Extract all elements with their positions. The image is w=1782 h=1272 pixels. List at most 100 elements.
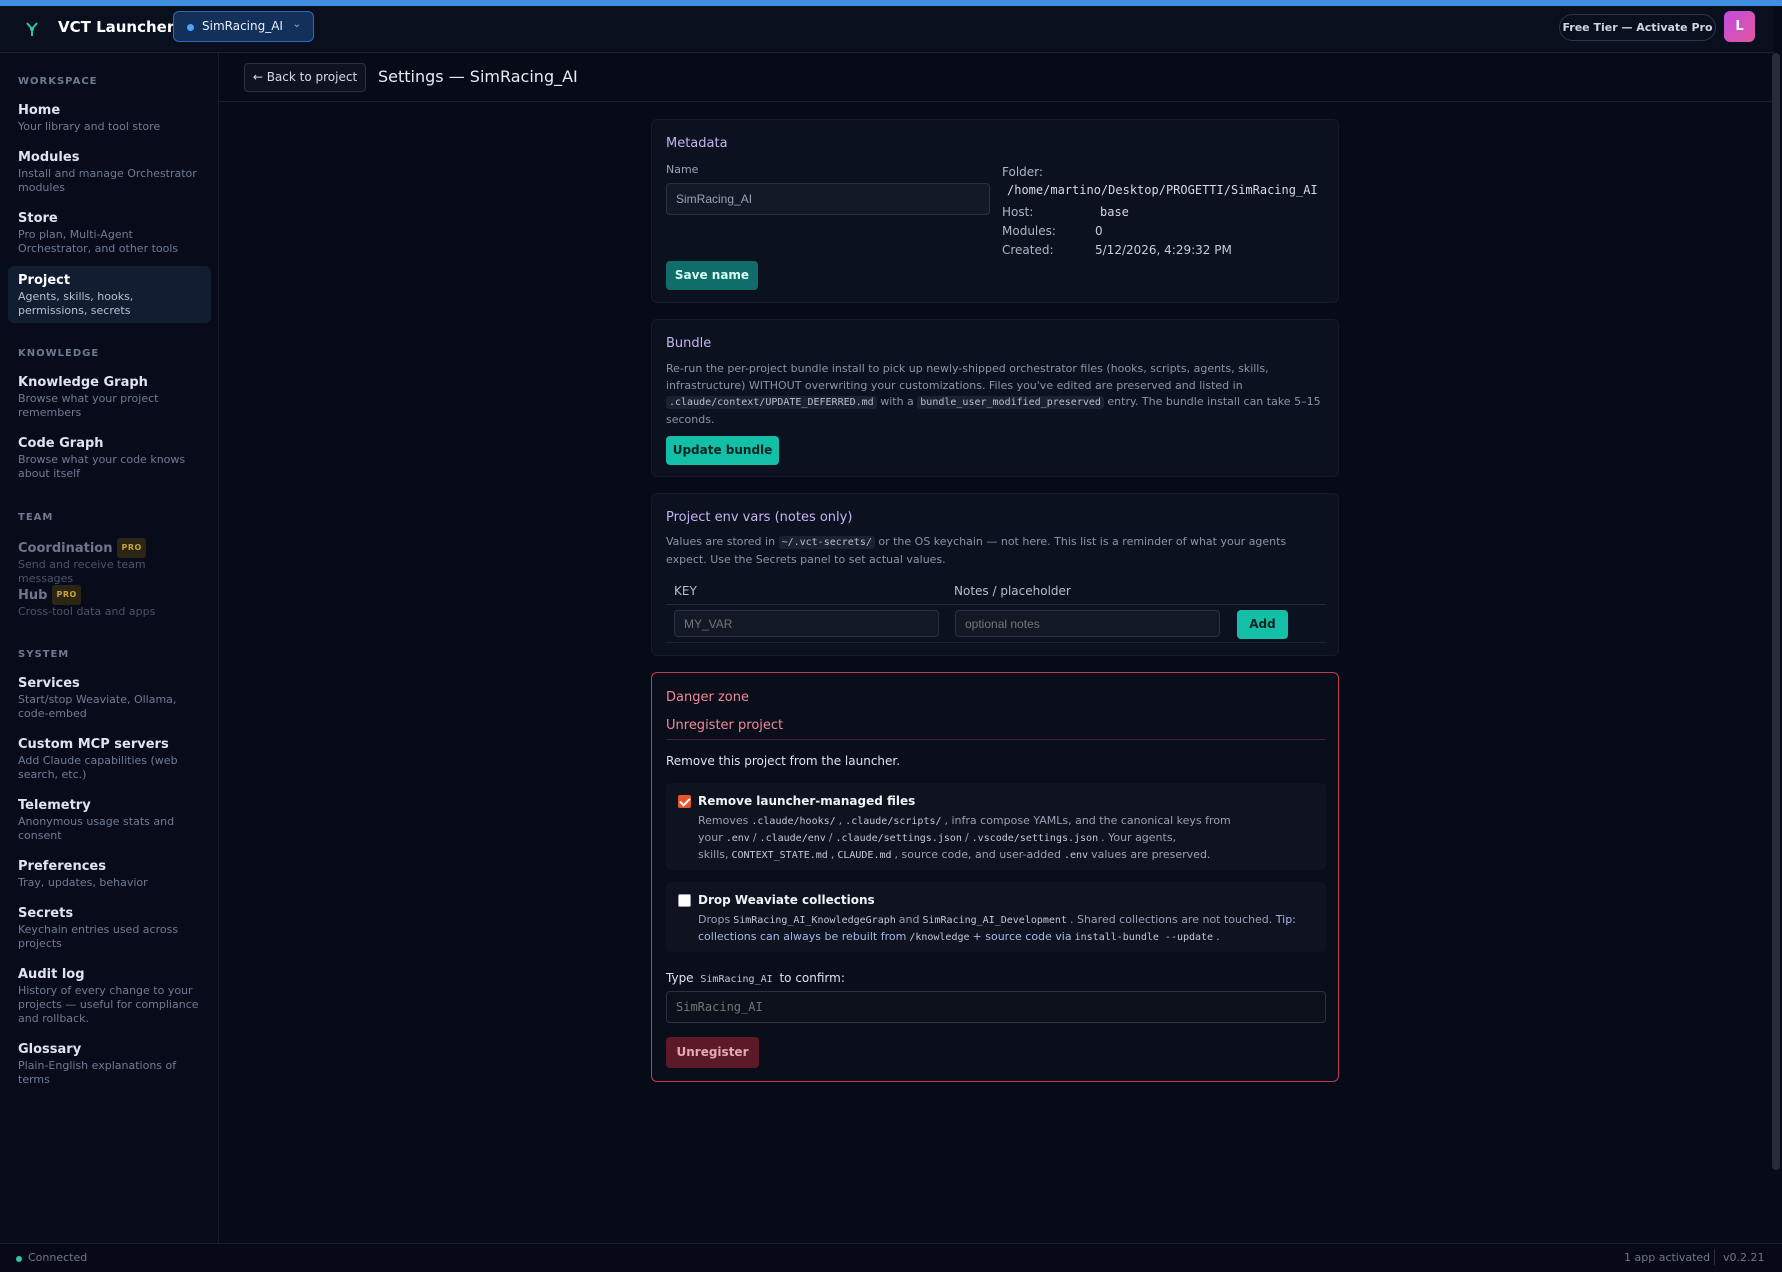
host-row: Host: base [1002,205,1134,219]
sidebar-item-label: Telemetry [18,798,91,813]
sidebar-item-telemetry[interactable]: Telemetry Anonymous usage stats and cons… [8,791,211,849]
unregister-description: Remove this project from the launcher. [666,754,901,768]
sidebar-item-label: Secrets [18,906,74,921]
metadata-title: Metadata [666,136,728,151]
sidebar-item-desc: Start/stop Weaviate, Ollama, code-embed [18,693,177,720]
sidebar-item-label: Code Graph [18,436,104,451]
sidebar-item-label: Modules [18,150,80,165]
sidebar-item-desc: Tray, updates, behavior [18,876,148,889]
sidebar-item-services[interactable]: Services Start/stop Weaviate, Ollama, co… [8,669,211,727]
bundle-code-path: .claude/context/UPDATE_DEFERRED.md [666,396,877,409]
sidebar-item-custom-mcp-servers[interactable]: Custom MCP servers Add Claude capabiliti… [8,730,211,788]
sidebar-item-label: Project [18,273,71,288]
apps-activated-count: 1 app activated [1624,1251,1711,1264]
name-label: Name [666,163,699,176]
option-drop-collections: Drop Weaviate collections Drops SimRacing… [666,882,1326,952]
danger-zone-card: Danger zone Unregister project Remove th… [651,672,1339,1082]
sidebar-item-label: Coordination [18,541,113,556]
created-key: Created: [1002,243,1054,257]
option-remove-files: Remove launcher-managed files Removes .cl… [666,783,1326,870]
created-row: Created: 5/12/2026, 4:29:32 PM [1002,243,1232,257]
sidebar-section-system: SYSTEM [18,649,70,660]
bundle-code-entry: bundle_user_modified_preserved [917,396,1104,409]
sidebar-item-label: Home [18,103,61,118]
sidebar-item-modules[interactable]: Modules Install and manage Orchestrator … [8,143,211,201]
footer-divider [1714,1249,1715,1265]
sidebar-item-glossary[interactable]: Glossary Plain-English explanations of t… [8,1035,211,1093]
sidebar-item-code-graph[interactable]: Code Graph Browse what your code knows a… [8,429,211,487]
main-scrollbar[interactable] [1772,53,1780,1170]
sidebar-item-desc: History of every change to your projects… [18,984,199,1025]
sidebar-item-desc: Keychain entries used across projects [18,923,179,950]
env-code-path: ~/.vct-secrets/ [778,536,875,549]
env-vars-title: Project env vars (notes only) [666,510,853,525]
table-divider [666,604,1326,605]
app-logo-icon [24,20,40,38]
back-to-project-button[interactable]: ← Back to project [244,63,366,92]
sidebar-item-project[interactable]: Project Agents, skills, hooks, permissio… [8,266,211,323]
remove-files-title: Remove launcher-managed files [698,794,916,808]
save-name-button[interactable]: Save name [666,261,758,290]
chevron-down-icon: ⌄ [292,19,301,30]
sidebar-item-knowledge-graph[interactable]: Knowledge Graph Browse what your project… [8,368,211,426]
folder-key: Folder: [1002,165,1043,179]
bundle-description: Re-run the per-project bundle install to… [666,361,1326,428]
metadata-card: Metadata Name Save name Folder: /home/ma… [651,119,1339,303]
unregister-button[interactable]: Unregister [666,1037,759,1068]
add-env-var-button[interactable]: Add [1237,610,1288,639]
pro-badge: PRO [52,585,81,605]
sidebar-item-label: Store [18,211,58,226]
bundle-card: Bundle Re-run the per-project bundle ins… [651,319,1339,477]
remove-files-checkbox[interactable] [678,795,691,808]
table-bottom-divider [666,642,1326,643]
sidebar-item-desc: Install and manage Orchestrator modules [18,167,197,194]
bundle-text: Re-run the per-project bundle install to… [666,362,1269,392]
drop-collections-checkbox[interactable] [678,894,691,907]
sidebar-item-home[interactable]: Home Your library and tool store [8,96,211,140]
drop-collections-description: Drops SimRacing_AI_KnowledgeGraph and SimRa… [698,913,1296,943]
col-header-key: KEY [674,584,697,598]
sidebar-section-workspace: WORKSPACE [18,76,98,87]
project-name-input[interactable] [666,183,990,215]
sidebar: WORKSPACE Home Your library and tool sto… [0,53,219,1243]
modules-value: 0 [1095,224,1103,238]
sidebar-item-label: Hub [18,588,48,603]
sidebar-item-audit-log[interactable]: Audit log History of every change to you… [8,960,211,1032]
confirm-label: Type SimRacing_AI to confirm: [666,971,845,985]
sidebar-section-knowledge: KNOWLEDGE [18,348,100,359]
host-key: Host: [1002,205,1034,219]
user-avatar[interactable]: L [1724,11,1755,42]
sidebar-item-desc: Anonymous usage stats and consent [18,815,175,842]
env-notes-input[interactable] [955,610,1220,637]
activate-pro-button[interactable]: Free Tier — Activate Pro [1559,14,1716,41]
env-key-input[interactable] [674,610,939,637]
folder-row: Folder: [1002,165,1095,179]
sidebar-item-desc: Cross-tool data and apps [18,605,156,618]
pro-badge: PRO [117,538,146,558]
project-selector-label: SimRacing_AI [202,19,283,33]
sidebar-item-label: Audit log [18,967,85,982]
confirm-name-input[interactable] [666,991,1326,1023]
sidebar-item-desc: Browse what your project remembers [18,392,159,419]
sidebar-item-desc: Pro plan, Multi-Agent Orchestrator, and … [18,228,179,255]
danger-divider [666,739,1326,740]
sidebar-item-store[interactable]: Store Pro plan, Multi-Agent Orchestrator… [8,204,211,262]
modules-row: Modules: 0 [1002,224,1103,238]
sidebar-item-desc: Agents, skills, hooks, permissions, secr… [18,290,134,317]
unregister-subtitle: Unregister project [666,718,784,733]
sidebar-item-secrets[interactable]: Secrets Keychain entries used across pro… [8,899,211,957]
host-value: base [1100,205,1129,219]
sidebar-item-label: Services [18,676,80,691]
sidebar-item-desc: Add Claude capabilities (web search, etc… [18,754,178,781]
folder-value: /home/martino/Desktop/PROGETTI/SimRacing… [1007,183,1318,197]
env-vars-description: Values are stored in ~/.vct-secrets/ or … [666,534,1326,568]
project-status-dot-icon [187,24,194,31]
project-selector[interactable]: SimRacing_AI ⌄ [173,11,314,42]
sidebar-item-label: Knowledge Graph [18,375,148,390]
danger-zone-title: Danger zone [666,690,749,705]
sidebar-item-preferences[interactable]: Preferences Tray, updates, behavior [8,852,211,896]
sidebar-item-hub[interactable]: Hub PRO Cross-tool data and apps [8,579,211,625]
update-bundle-button[interactable]: Update bundle [666,436,779,465]
connected-status-icon [16,1256,22,1262]
sidebar-section-team: TEAM [18,512,54,523]
